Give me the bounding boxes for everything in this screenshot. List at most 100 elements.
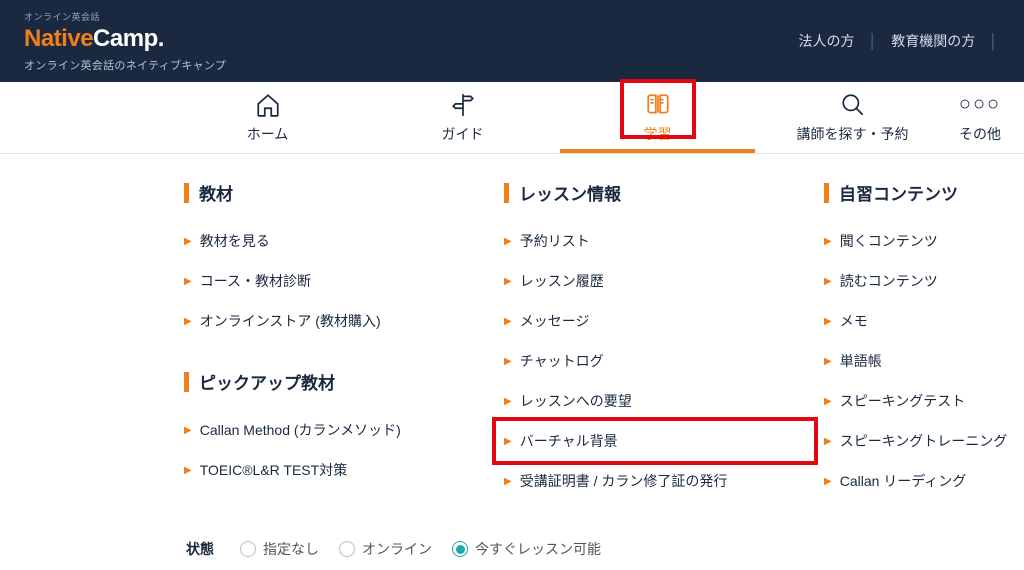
- logo-area[interactable]: オンライン英会話 NativeCamp. オンライン英会話のネイティブキャンプ: [24, 10, 226, 73]
- radio-icon: [240, 541, 256, 557]
- logo: NativeCamp.: [24, 25, 226, 53]
- section-title-lesson-info: レッスン情報: [504, 180, 814, 205]
- triangle-icon: ▶: [184, 316, 192, 327]
- home-icon: [255, 92, 281, 118]
- accent-bar: [184, 183, 189, 203]
- header-link-corporate[interactable]: 法人の方: [799, 31, 855, 51]
- triangle-icon: ▶: [504, 236, 512, 247]
- divider: │: [989, 33, 998, 49]
- logo-camp: Camp.: [93, 25, 164, 52]
- section-title-text: 自習コンテンツ: [839, 180, 958, 205]
- menu-certificate[interactable]: ▶受講証明書 / カラン修了証の発行: [504, 461, 814, 501]
- menu-lesson-history[interactable]: ▶ レッスン履歴: [504, 261, 814, 301]
- menu-lesson-requests[interactable]: ▶レッスンへの要望: [504, 381, 814, 421]
- option-label: 今すぐレッスン可能: [475, 539, 601, 559]
- menu-label: Callan リーディング: [840, 471, 967, 491]
- nav-label: ガイド: [442, 124, 484, 144]
- menu-label: 読むコンテンツ: [840, 271, 938, 291]
- menu-label: コース・教材診断: [200, 271, 311, 291]
- more-icon: ○○○: [967, 92, 993, 118]
- menu-view-materials[interactable]: ▶ 教材を見る: [184, 221, 494, 261]
- menu-label: レッスン履歴: [520, 271, 604, 291]
- status-option-online[interactable]: オンライン: [339, 539, 432, 559]
- menu-virtual-background[interactable]: ▶ バーチャル背景: [496, 421, 814, 461]
- menu-memo[interactable]: ▶メモ: [824, 301, 1024, 341]
- menu-label: 教材を見る: [200, 231, 270, 251]
- option-label: 指定なし: [263, 539, 319, 559]
- accent-bar: [824, 183, 829, 203]
- menu-label: 単語帳: [840, 351, 882, 371]
- nav-other[interactable]: ○○○ その他: [950, 82, 1010, 153]
- dropdown-col-lesson-info: レッスン情報 ▶ 予約リスト ▶ レッスン履歴 ▶ メッセージ ▶ チャットログ ▶レッ…: [504, 180, 814, 501]
- menu-vocabulary[interactable]: ▶ 単語帳: [824, 341, 1024, 381]
- status-label: 状態: [186, 539, 214, 559]
- logo-native: Native: [24, 25, 93, 52]
- menu-reservation-list[interactable]: ▶ 予約リスト: [504, 221, 814, 261]
- triangle-icon: ▶: [824, 276, 832, 287]
- nav-guide[interactable]: ガイド: [365, 82, 560, 153]
- triangle-icon: ▶: [824, 476, 832, 487]
- triangle-icon: ▶: [504, 476, 512, 487]
- menu-reading-content[interactable]: ▶ 読むコンテンツ: [824, 261, 1024, 301]
- triangle-icon: ▶: [184, 276, 192, 287]
- menu-chat-log[interactable]: ▶ チャットログ: [504, 341, 814, 381]
- learning-dropdown: 教材 ▶ 教材を見る ▶ コース・教材診断 ▶ オンラインストア (教材購入) ピック…: [0, 154, 1024, 531]
- menu-callan-reading[interactable]: ▶ Callan リーディング: [824, 461, 1024, 501]
- section-title-self-study: 自習コンテンツ: [824, 180, 1024, 205]
- menu-toeic[interactable]: ▶ TOEIC®L&R TEST対策: [184, 450, 494, 490]
- triangle-icon: ▶: [504, 356, 512, 367]
- menu-label: スピーキングテスト: [840, 391, 966, 411]
- accent-bar: [184, 372, 189, 392]
- nav-learning[interactable]: 学習: [560, 82, 755, 153]
- menu-label: チャットログ: [520, 351, 604, 371]
- triangle-icon: ▶: [184, 425, 192, 436]
- header-links: 法人の方 │ 教育機関の方 │: [799, 31, 1005, 51]
- logo-subtitle: オンライン英会話のネイティブキャンプ: [24, 57, 226, 73]
- header: オンライン英会話 NativeCamp. オンライン英会話のネイティブキャンプ …: [0, 0, 1024, 82]
- section-title-text: レッスン情報: [519, 180, 621, 205]
- status-filter-bar: 状態 指定なし オンライン 今すぐレッスン可能: [0, 531, 1024, 567]
- triangle-icon: ▶: [504, 316, 512, 327]
- section-title-materials: 教材: [184, 180, 494, 205]
- menu-online-store[interactable]: ▶ オンラインストア (教材購入): [184, 301, 494, 341]
- nav-label: その他: [959, 124, 1001, 144]
- menu-label: バーチャル背景: [520, 431, 618, 451]
- menu-label: TOEIC®L&R TEST対策: [200, 460, 348, 480]
- menu-course-diagnosis[interactable]: ▶ コース・教材診断: [184, 261, 494, 301]
- highlight-box: [620, 79, 696, 139]
- menu-label: 予約リスト: [520, 231, 590, 251]
- triangle-icon: ▶: [184, 465, 192, 476]
- menu-speaking-test[interactable]: ▶スピーキングテスト: [824, 381, 1024, 421]
- accent-bar: [504, 183, 509, 203]
- triangle-icon: ▶: [824, 316, 832, 327]
- header-link-education[interactable]: 教育機関の方: [891, 31, 975, 51]
- triangle-icon: ▶: [184, 236, 192, 247]
- menu-label: メッセージ: [520, 311, 590, 331]
- triangle-icon: ▶: [824, 236, 832, 247]
- menu-speaking-training[interactable]: ▶スピーキングトレーニング: [824, 421, 1024, 461]
- menu-label: オンラインストア (教材購入): [200, 311, 381, 331]
- nav-find-tutor[interactable]: 講師を探す・予約: [755, 82, 950, 153]
- triangle-icon: ▶: [504, 276, 512, 287]
- menu-listening-content[interactable]: ▶ 聞くコンテンツ: [824, 221, 1024, 261]
- menu-label: 聞くコンテンツ: [840, 231, 938, 251]
- nav-home[interactable]: ホーム: [170, 82, 365, 153]
- signpost-icon: [450, 92, 476, 118]
- menu-label: スピーキングトレーニング: [840, 431, 1008, 451]
- nav-label: 講師を探す・予約: [797, 124, 909, 144]
- logo-tagline: オンライン英会話: [24, 10, 226, 23]
- menu-callan-method[interactable]: ▶Callan Method (カランメソッド): [184, 410, 494, 450]
- triangle-icon: ▶: [504, 436, 512, 447]
- dropdown-col-materials: 教材 ▶ 教材を見る ▶ コース・教材診断 ▶ オンラインストア (教材購入) ピック…: [184, 180, 494, 501]
- main-nav: ホーム ガイド 学習 講師を探す・予約 ○○○ その他: [0, 82, 1024, 154]
- menu-messages[interactable]: ▶ メッセージ: [504, 301, 814, 341]
- search-icon: [840, 92, 866, 118]
- status-option-available-now[interactable]: 今すぐレッスン可能: [452, 539, 601, 559]
- triangle-icon: ▶: [824, 356, 832, 367]
- section-title-text: ピックアップ教材: [199, 369, 335, 394]
- status-option-none[interactable]: 指定なし: [240, 539, 319, 559]
- radio-icon: [452, 541, 468, 557]
- divider: │: [869, 33, 878, 49]
- dropdown-col-self-study: 自習コンテンツ ▶聞くコンテンツ ▶読むコンテンツ ▶メモ ▶単語帳 ▶スピーキ…: [824, 180, 1024, 501]
- section-title-pickup: ピックアップ教材: [184, 369, 494, 394]
